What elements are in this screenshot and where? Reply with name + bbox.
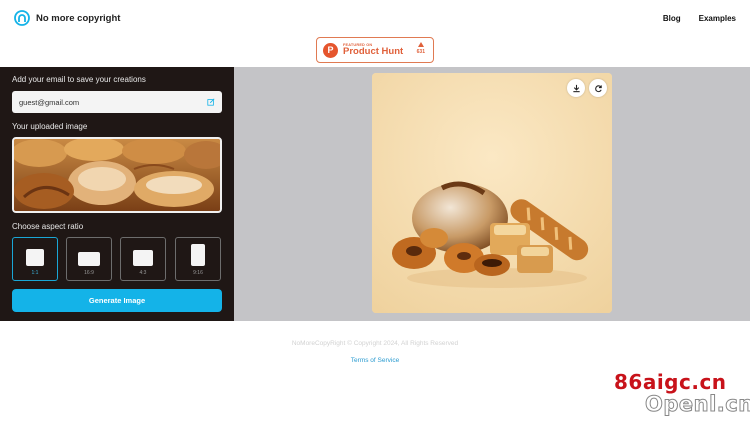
product-hunt-icon: P [323,42,338,58]
terms-of-service-link[interactable]: Terms of Service [0,357,750,364]
refresh-icon [594,84,602,92]
email-field[interactable]: guest@gmail.com [12,91,222,113]
upvote-arrow-icon [417,42,424,47]
ratio-label-9-16: 9:16 [193,270,203,276]
generate-image-button[interactable]: Generate Image [12,289,222,312]
uploaded-image[interactable] [12,137,222,213]
page: No more copyright Blog Examples P FEATUR… [0,0,750,421]
aspect-ratio-label: Choose aspect ratio [12,222,84,231]
logo-icon [14,10,30,26]
nav-blog-link[interactable]: Blog [663,14,681,23]
header: No more copyright Blog Examples [0,0,750,38]
ratio-option-9-16[interactable]: 9:16 [175,237,221,281]
nav-examples-link[interactable]: Examples [699,14,736,23]
footer-copyright: NoMoreCopyRight © Copyright 2024, All Ri… [291,340,459,347]
watermark-86aigc: 86aigc.cn [614,370,727,394]
edit-icon[interactable] [207,98,215,106]
download-button[interactable] [567,79,585,97]
landscape-shape-icon [78,252,100,266]
uploaded-bread-photo [14,139,220,211]
ratio-label-1-1: 1:1 [31,270,39,276]
generated-bread-photo [372,73,612,313]
brand-name: No more copyright [36,12,121,24]
ratio-option-16-9[interactable]: 16:9 [66,237,112,281]
download-icon [572,84,580,92]
ratio-label-16-9: 16:9 [84,270,94,276]
square-shape-icon [26,249,44,266]
ratio-option-4-3[interactable]: 4:3 [120,237,166,281]
portrait-shape-icon [191,244,205,266]
product-hunt-votes: 631 [417,42,425,55]
regenerate-button[interactable] [589,79,607,97]
upload-label: Your uploaded image [12,122,88,131]
top-nav: Blog Examples [663,14,736,23]
product-hunt-badge[interactable]: P FEATURED ON Product Hunt 631 [316,37,434,63]
email-value: guest@gmail.com [19,97,80,107]
ratio-option-1-1[interactable]: 1:1 [12,237,58,281]
generated-image[interactable] [372,73,612,313]
brand-logo[interactable]: No more copyright [14,10,120,26]
landscape-shape-icon [133,250,153,266]
product-hunt-name: Product Hunt [343,46,404,57]
ratio-label-4-3: 4:3 [139,270,147,276]
watermark-openl: Openl.cn [645,392,750,417]
email-label: Add your email to save your creations [12,75,146,84]
vote-count: 631 [416,49,425,55]
